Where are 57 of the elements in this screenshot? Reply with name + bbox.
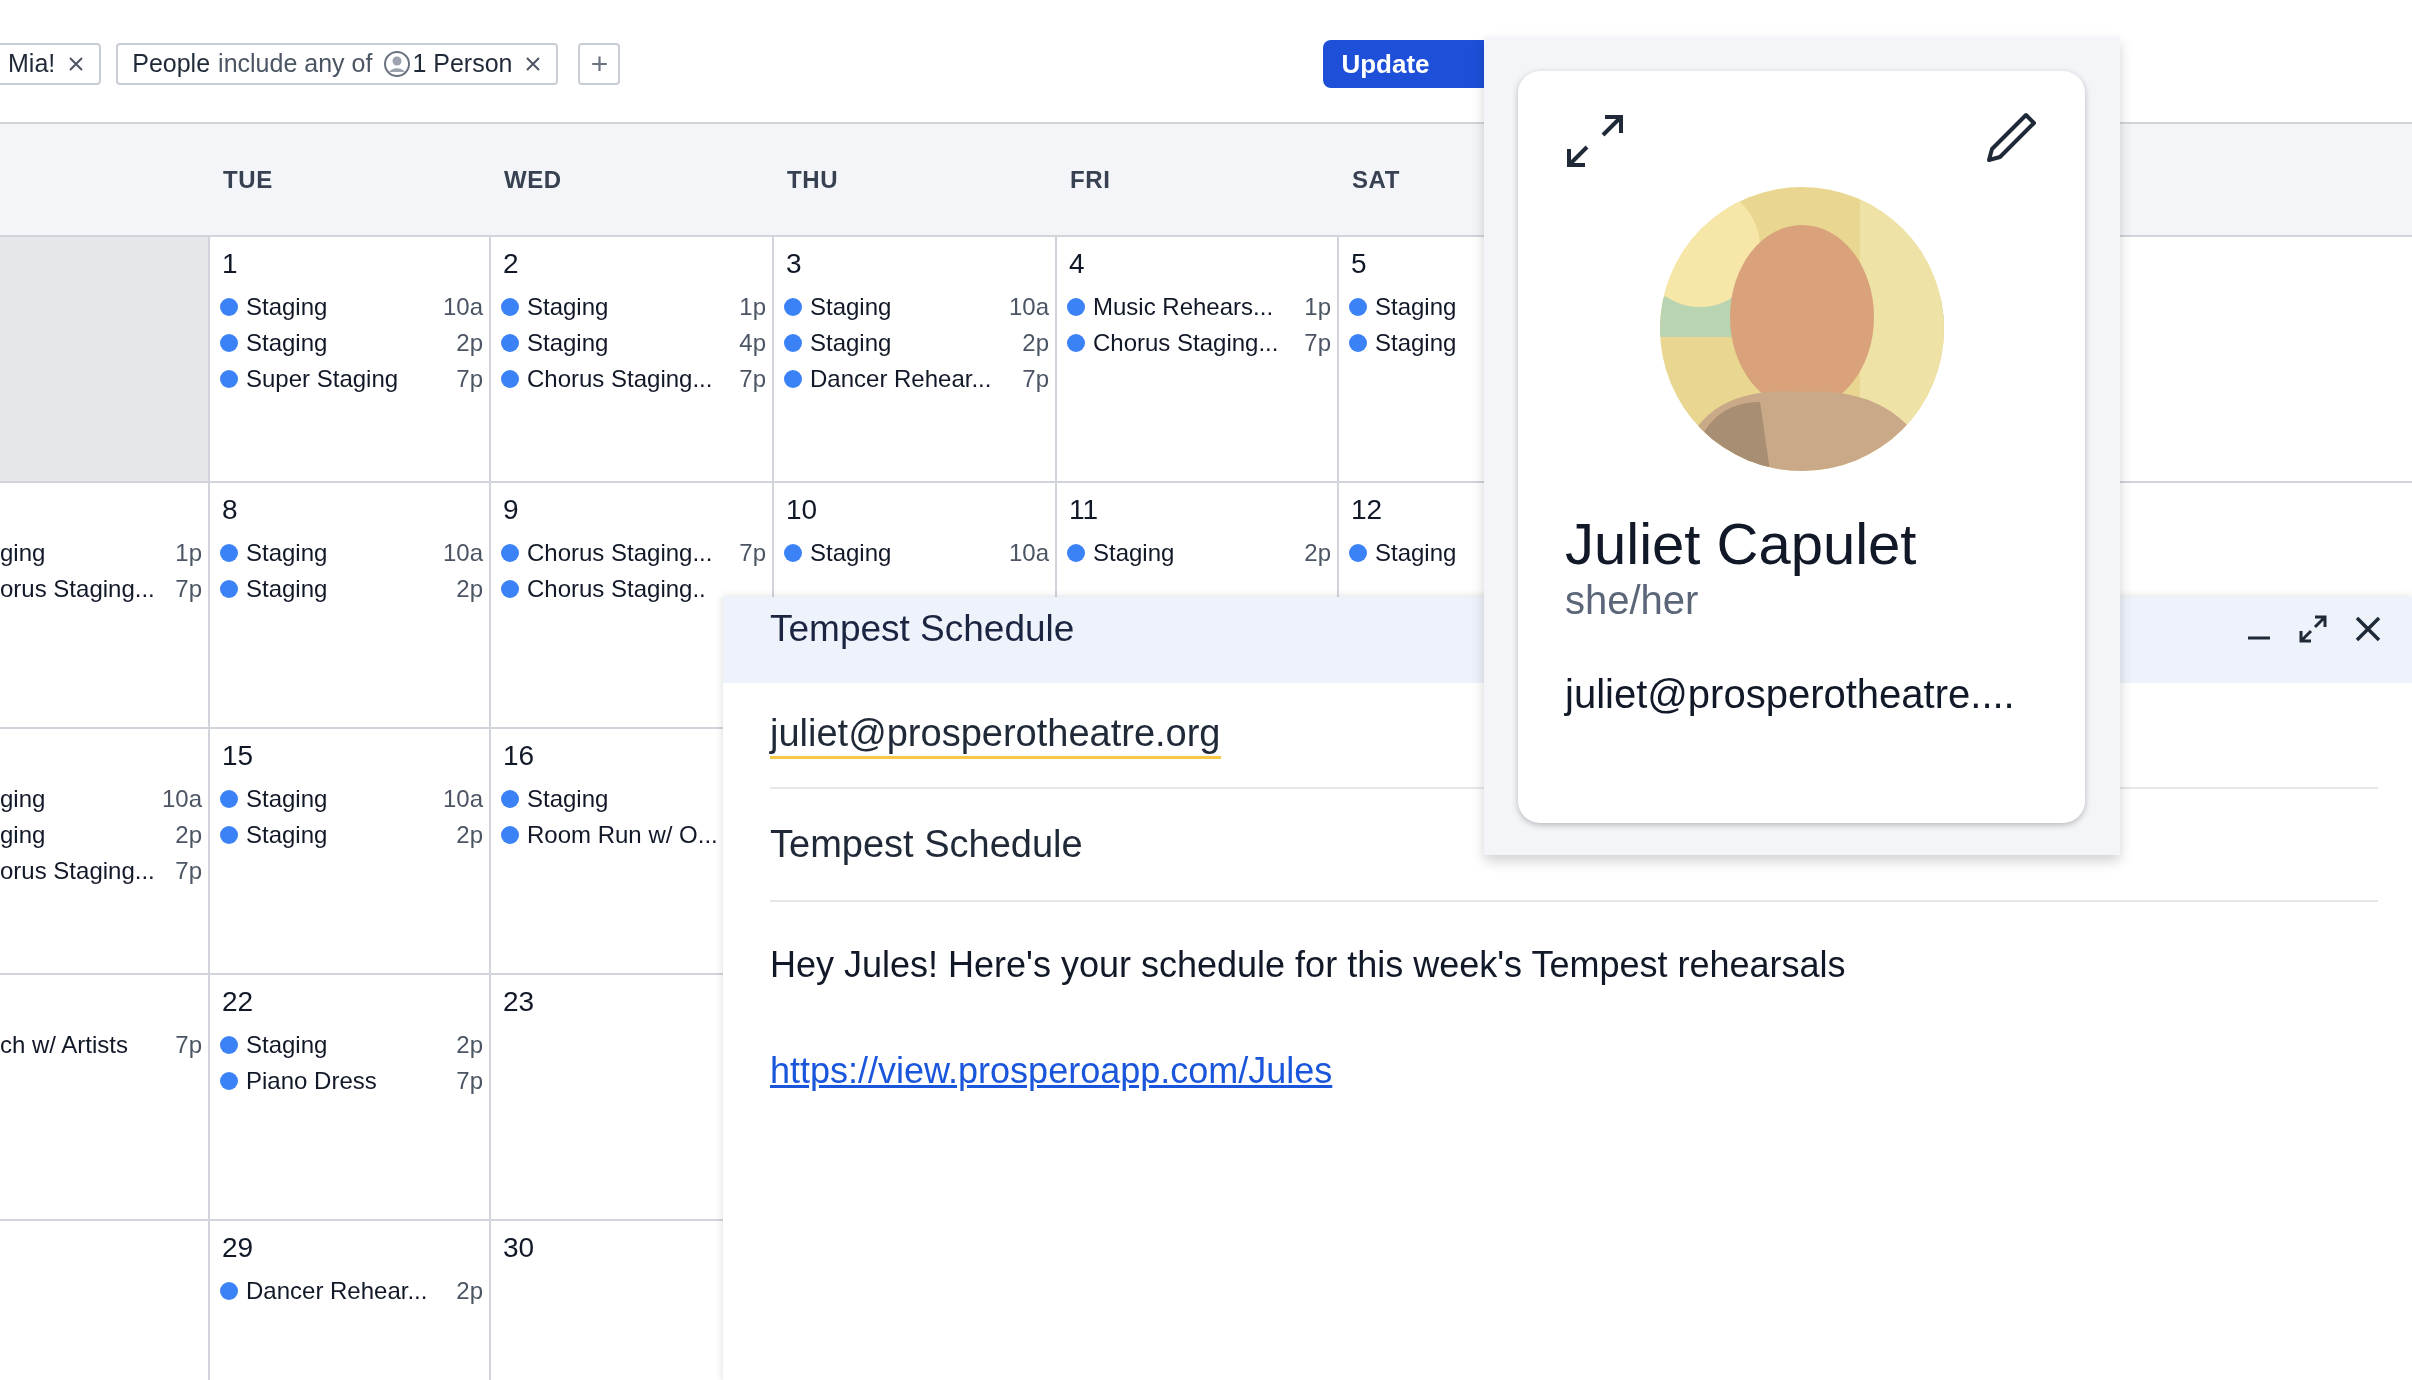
profile-pronouns: she/her <box>1565 577 1700 622</box>
day-number: 12 <box>1350 493 1384 527</box>
event-time: 7p <box>174 856 202 886</box>
event-time: 4p <box>738 328 766 358</box>
day-number: 9 <box>502 493 520 527</box>
day-number: 2 <box>502 247 520 281</box>
day-number: 11 <box>1068 493 1100 527</box>
event-time: 2p <box>455 328 483 358</box>
event-time: 7p <box>738 364 766 394</box>
event-time: 2p <box>455 574 483 604</box>
day-number: 10 <box>785 493 819 527</box>
weekday-label: THU <box>787 164 839 195</box>
event-time: 2p <box>1303 538 1331 568</box>
day-number: 30 <box>502 1231 536 1265</box>
compose-title: Tempest Schedule <box>770 607 1075 652</box>
message-text: Hey Jules! Here's your schedule for this week's Tempest rehearsals <box>770 943 1847 987</box>
event-time: 7p <box>455 364 483 394</box>
filter-label: Mia! <box>8 48 56 80</box>
event-time: 2p <box>455 820 483 850</box>
event-time: 7p <box>1303 328 1331 358</box>
event-time: 2p <box>1021 328 1049 358</box>
event-time: 2p <box>174 820 202 850</box>
event-time: 1p <box>1303 292 1331 322</box>
event-time: 10a <box>1007 538 1049 568</box>
day-number: 4 <box>1068 247 1086 281</box>
day-number: 16 <box>502 739 536 773</box>
event-time: 7p <box>738 538 766 568</box>
filter-field: People <box>132 45 211 83</box>
day-number: 5 <box>1350 247 1368 281</box>
event-time: 10a <box>441 538 483 568</box>
event-time: 1p <box>174 538 202 568</box>
weekday-label: SAT <box>1352 164 1401 195</box>
event-time: 7p <box>1021 364 1049 394</box>
event-time: 10a <box>160 784 202 814</box>
day-number: 8 <box>221 493 239 527</box>
day-number: 15 <box>221 739 255 773</box>
event-time: 10a <box>441 292 483 322</box>
weekday-label: TUE <box>223 164 273 195</box>
profile-email: juliet@prosperotheatre.... <box>1565 670 2016 718</box>
event-time: 7p <box>174 574 202 604</box>
day-number: 3 <box>785 247 803 281</box>
day-number: 29 <box>221 1231 255 1265</box>
day-number: 1 <box>221 247 239 281</box>
day-number: 22 <box>221 985 255 1019</box>
weekday-label: FRI <box>1070 164 1111 195</box>
filter-operator: include any of <box>218 48 373 80</box>
event-time: 10a <box>1007 292 1049 322</box>
weekday-label: WED <box>504 164 562 195</box>
event-time: 7p <box>174 1030 202 1060</box>
event-time: 2p <box>455 1030 483 1060</box>
event-time: 1p <box>738 292 766 322</box>
day-number: 23 <box>502 985 536 1019</box>
profile-name: Juliet Capulet <box>1565 511 1918 578</box>
event-time: 2p <box>455 1276 483 1306</box>
event-time: 10a <box>441 784 483 814</box>
event-time: 7p <box>455 1066 483 1096</box>
filter-value: 1 Person <box>412 48 513 80</box>
